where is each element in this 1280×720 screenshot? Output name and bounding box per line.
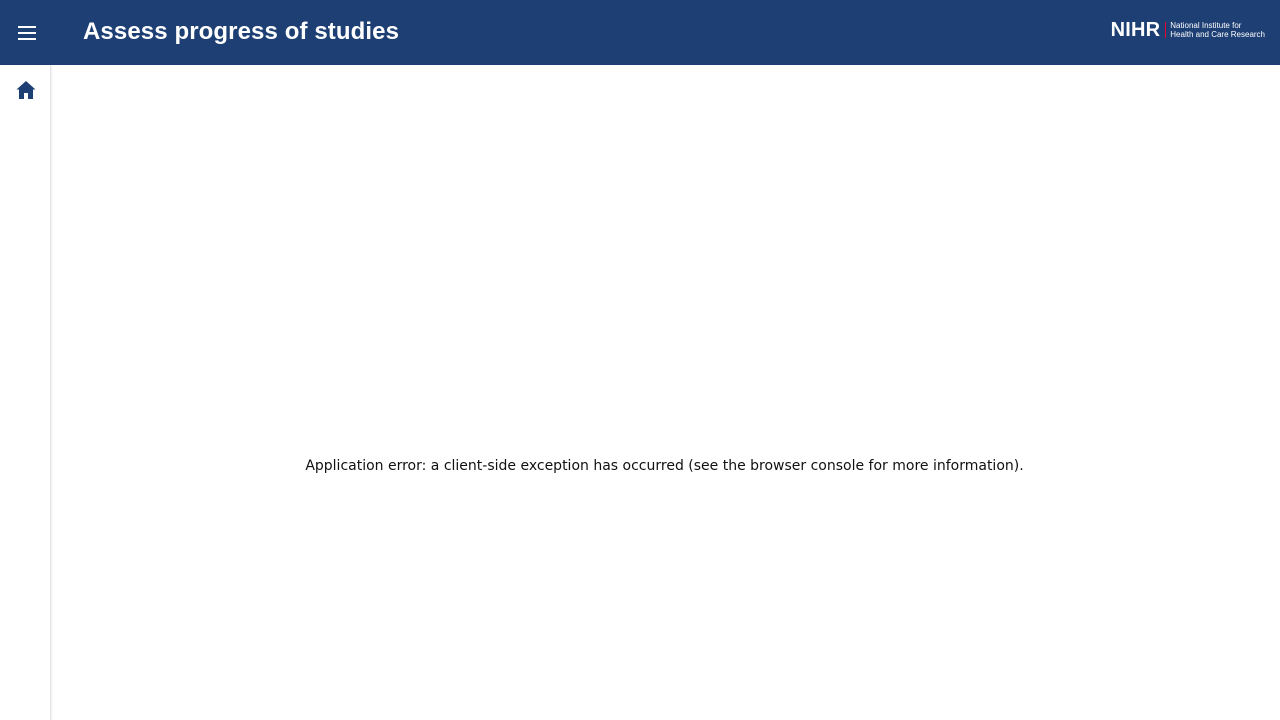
main-content: Application error: a client-side excepti…: [52, 65, 1280, 720]
sidebar-item-home[interactable]: [14, 81, 38, 103]
page-title: Assess progress of studies: [83, 18, 400, 45]
logo-subtitle-line-2: Health and Care Research: [1170, 30, 1265, 39]
home-icon: [15, 80, 37, 104]
app-header: Assess progress of studies NIHR National…: [0, 0, 1280, 65]
sidebar: [0, 65, 51, 720]
menu-icon: [18, 26, 36, 40]
logo-divider: [1165, 22, 1167, 38]
error-message: Application error: a client-side excepti…: [305, 458, 1024, 474]
logo-subtitle: National Institute for Health and Care R…: [1170, 21, 1265, 39]
nihr-logo: NIHR National Institute for Health and C…: [1111, 19, 1265, 41]
logo-subtitle-line-1: National Institute for: [1170, 21, 1242, 30]
logo-mark: NIHR: [1110, 19, 1161, 41]
menu-button[interactable]: [14, 20, 40, 46]
